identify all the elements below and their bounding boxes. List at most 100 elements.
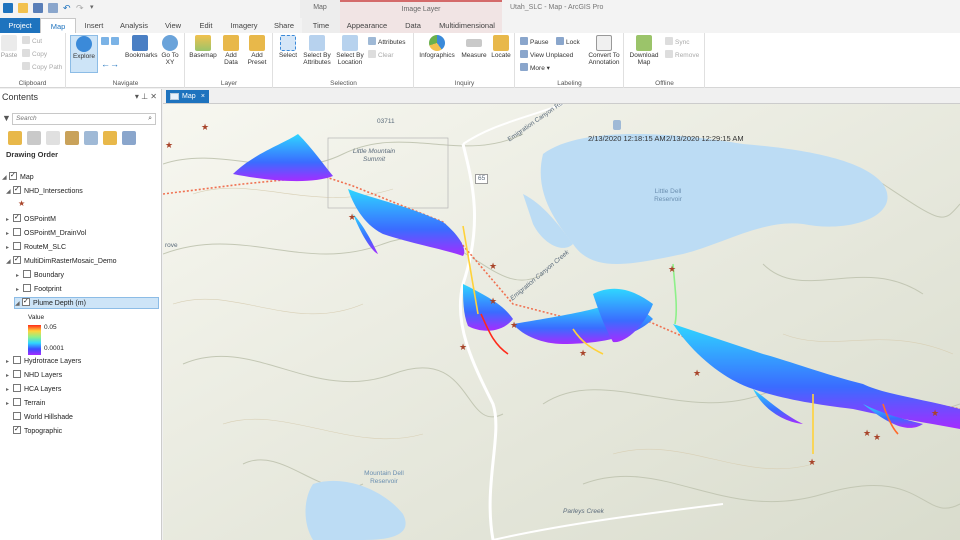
select-button[interactable]: Select	[276, 35, 300, 59]
list-by-selection-icon[interactable]	[46, 131, 60, 145]
download-map-button[interactable]: Download Map	[627, 35, 661, 66]
measure-button[interactable]: Measure	[459, 35, 489, 59]
expand-icon[interactable]: ◢	[6, 186, 13, 198]
layer-terrain[interactable]: ▸ Terrain	[6, 398, 45, 410]
search-input[interactable]: Search ⌕	[12, 113, 156, 125]
open-project-icon[interactable]	[18, 3, 28, 13]
attributes-button[interactable]: Attributes	[368, 37, 405, 46]
layer-boundary[interactable]: ▸ Boundary	[16, 270, 64, 282]
tab-multidimensional[interactable]: Multidimensional	[432, 18, 502, 33]
pause-button[interactable]: Pause	[520, 37, 548, 46]
tab-view[interactable]: View	[156, 18, 190, 33]
expand-icon[interactable]: ▸	[6, 228, 13, 240]
add-preset-button[interactable]: Add Preset	[244, 35, 270, 66]
lock-button[interactable]: Lock	[556, 37, 580, 46]
app-logo-icon[interactable]	[3, 3, 13, 13]
expand-icon[interactable]: ▸	[16, 284, 23, 296]
layer-nhd[interactable]: ▸ NHD Layers	[6, 370, 62, 382]
expand-icon[interactable]: ▸	[6, 398, 13, 410]
layer-nhd-intersections[interactable]: ◢NHD_Intersections	[6, 184, 83, 198]
expand-icon[interactable]: ▸	[6, 356, 13, 368]
basemap-button[interactable]: Basemap	[188, 35, 218, 59]
tab-edit[interactable]: Edit	[190, 18, 222, 33]
layer-hca[interactable]: ▸ HCA Layers	[6, 384, 61, 396]
close-map-tab-icon[interactable]: ×	[201, 90, 205, 103]
locate-button[interactable]: Locate	[489, 35, 513, 59]
list-by-drawing-order-icon[interactable]	[8, 131, 22, 145]
layer-ospointm[interactable]: ▸OSPointM	[6, 212, 56, 226]
expand-icon[interactable]: ◢	[6, 256, 13, 268]
layer-checkbox[interactable]	[13, 228, 21, 236]
layer-checkbox[interactable]	[23, 284, 31, 292]
explore-button[interactable]: Explore	[70, 35, 98, 73]
layer-checkbox[interactable]	[13, 356, 21, 364]
tab-data[interactable]: Data	[394, 18, 432, 33]
layer-multidim-raster-mosaic[interactable]: ◢MultiDimRasterMosaic_Demo	[6, 254, 117, 268]
expand-icon[interactable]: ▸	[6, 384, 13, 396]
layer-world-hillshade[interactable]: World Hillshade	[6, 412, 73, 424]
layer-checkbox[interactable]	[13, 184, 21, 196]
layer-topographic[interactable]: Topographic	[6, 424, 62, 438]
full-extent-icons[interactable]	[101, 37, 121, 46]
layer-checkbox[interactable]	[13, 242, 21, 250]
map-view-tab[interactable]: Map ×	[166, 90, 209, 103]
expand-icon[interactable]: ▸	[6, 242, 13, 254]
convert-to-annotation-button[interactable]: Convert To Annotation	[586, 35, 622, 66]
layer-checkbox[interactable]	[22, 296, 30, 308]
expand-icon[interactable]: ▸	[6, 370, 13, 382]
infographics-button[interactable]: Infographics	[417, 35, 457, 59]
tab-imagery[interactable]: Imagery	[222, 18, 266, 33]
cut-button[interactable]: Cut	[22, 36, 42, 45]
list-by-editing-icon[interactable]	[65, 131, 79, 145]
tab-insert[interactable]: Insert	[76, 18, 112, 33]
list-by-labeling-icon[interactable]	[103, 131, 117, 145]
map-view[interactable]: ★ ★ ★ ★ ★ ★ ★ ★ ★ ★ ★ ★ ★ ★ Little Mount…	[163, 104, 960, 540]
bookmarks-button[interactable]: Bookmarks	[125, 35, 158, 59]
layer-checkbox[interactable]	[13, 424, 21, 436]
layer-checkbox[interactable]	[13, 254, 21, 266]
layer-hydrotrace[interactable]: ▸ Hydrotrace Layers	[6, 356, 81, 368]
expand-icon[interactable]: ▸	[6, 214, 13, 226]
list-by-snapping-icon[interactable]	[84, 131, 98, 145]
layer-checkbox[interactable]	[13, 412, 21, 420]
undo-icon[interactable]: ↶	[63, 3, 73, 13]
layer-checkbox[interactable]	[23, 270, 31, 278]
expand-icon[interactable]: ◢	[15, 298, 22, 310]
back-forward-icons[interactable]: ←→	[101, 59, 119, 69]
copy-path-button[interactable]: Copy Path	[22, 62, 62, 71]
tab-analysis[interactable]: Analysis	[112, 18, 156, 33]
list-by-data-source-icon[interactable]	[27, 131, 41, 145]
sync-button[interactable]: Sync	[665, 37, 689, 46]
layer-checkbox[interactable]	[13, 398, 21, 406]
clear-button[interactable]: Clear	[368, 50, 394, 59]
layer-checkbox[interactable]	[13, 384, 21, 392]
add-data-button[interactable]: Add Data	[219, 35, 243, 66]
redo-icon[interactable]: ↷	[76, 3, 86, 13]
layer-footprint[interactable]: ▸ Footprint	[16, 284, 62, 296]
tab-time[interactable]: Time	[302, 18, 340, 33]
close-icon[interactable]: ✕	[150, 92, 157, 101]
tab-project[interactable]: Project	[0, 18, 40, 33]
customize-quick-access-icon[interactable]: ▾	[90, 3, 100, 13]
map-canvas[interactable]: ★ ★ ★ ★ ★ ★ ★ ★ ★ ★ ★ ★ ★ ★	[163, 104, 960, 540]
more-button[interactable]: More ▾	[520, 63, 550, 72]
layer-plume-depth[interactable]: ◢Plume Depth (m)	[14, 296, 159, 310]
layer-checkbox[interactable]	[13, 370, 21, 378]
select-by-attributes-button[interactable]: Select By Attributes	[301, 35, 333, 66]
pane-controls[interactable]: ▾ ⊥ ✕	[135, 92, 157, 101]
layer-routem-slc[interactable]: ▸ RouteM_SLC	[6, 242, 66, 254]
layer-map[interactable]: ◢Map	[2, 170, 34, 184]
view-unplaced-button[interactable]: View Unplaced	[520, 50, 573, 59]
list-by-perspective-icon[interactable]	[122, 131, 136, 145]
tab-share[interactable]: Share	[266, 18, 302, 33]
time-slider-icon[interactable]	[613, 120, 621, 130]
copy-button[interactable]: Copy	[22, 49, 47, 58]
layer-checkbox[interactable]	[13, 212, 21, 224]
new-project-icon[interactable]	[48, 3, 58, 13]
paste-button[interactable]: Paste	[0, 35, 18, 59]
go-to-xy-button[interactable]: Go To XY	[159, 35, 181, 66]
tab-map[interactable]: Map	[40, 18, 76, 33]
select-by-location-button[interactable]: Select By Location	[334, 35, 366, 66]
tab-appearance[interactable]: Appearance	[340, 18, 394, 33]
filter-icon[interactable]: ▼	[2, 113, 11, 123]
